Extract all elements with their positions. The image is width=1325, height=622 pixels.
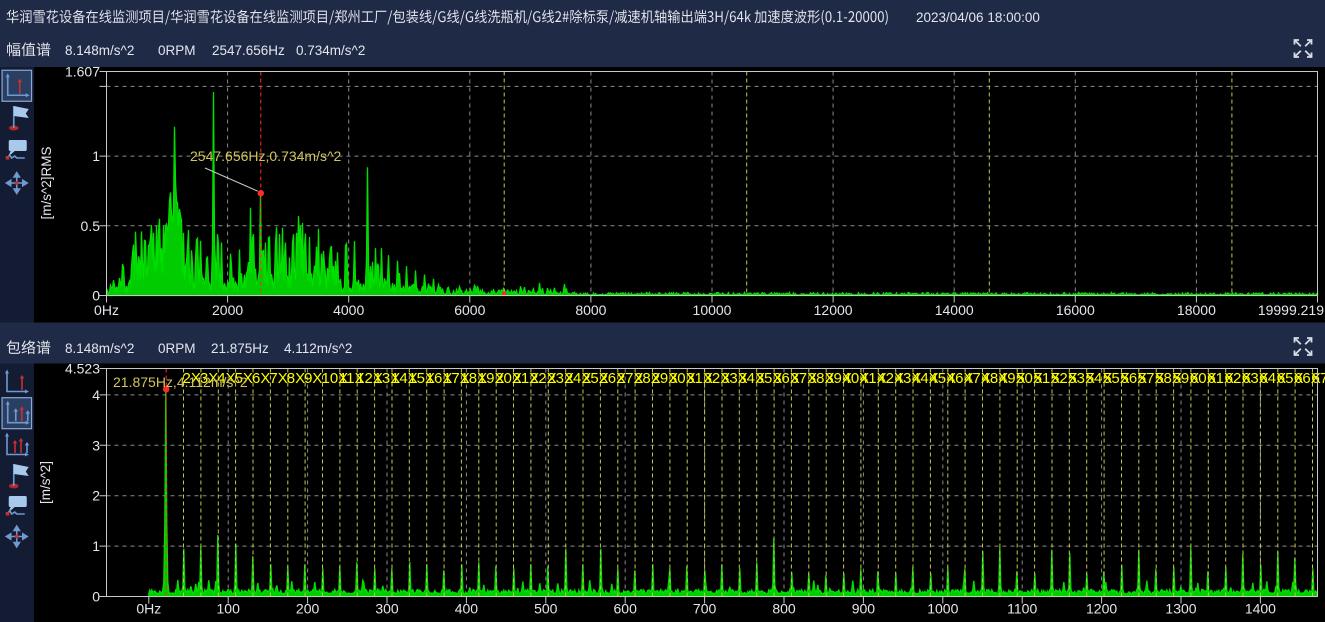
- svg-text:500: 500: [534, 601, 558, 617]
- svg-text:0.734m/s^2: 0.734m/s^2: [296, 43, 365, 58]
- svg-text:1: 1: [92, 538, 100, 554]
- svg-text:8.148m/s^2: 8.148m/s^2: [65, 341, 134, 356]
- svg-text:0Hz: 0Hz: [94, 302, 119, 318]
- svg-text:7X: 7X: [269, 370, 287, 387]
- svg-text:8X: 8X: [287, 370, 305, 387]
- svg-text:1000: 1000: [927, 601, 958, 617]
- svg-text:0RPM: 0RPM: [158, 341, 196, 356]
- svg-text:21.875Hz: 21.875Hz: [211, 341, 269, 356]
- svg-text:2: 2: [92, 488, 100, 504]
- svg-text:1: 1: [92, 148, 100, 164]
- svg-text:0RPM: 0RPM: [158, 43, 196, 58]
- svg-text:6X: 6X: [252, 370, 270, 387]
- svg-text:0Hz: 0Hz: [136, 601, 161, 617]
- svg-text:800: 800: [772, 601, 796, 617]
- svg-text:700: 700: [693, 601, 717, 617]
- svg-text:200: 200: [296, 601, 320, 617]
- svg-text:14000: 14000: [935, 302, 974, 318]
- svg-text:12000: 12000: [814, 302, 853, 318]
- svg-text:0.5: 0.5: [81, 218, 101, 234]
- svg-text:8.148m/s^2: 8.148m/s^2: [65, 43, 134, 58]
- svg-text:[m/s^2]RMS: [m/s^2]RMS: [39, 146, 54, 219]
- svg-text:19999.219: 19999.219: [1258, 302, 1324, 318]
- svg-text:18000: 18000: [1177, 302, 1216, 318]
- svg-text:100: 100: [217, 601, 241, 617]
- svg-text:4.112m/s^2: 4.112m/s^2: [284, 341, 352, 356]
- svg-text:1100: 1100: [1007, 601, 1037, 617]
- svg-text:9X: 9X: [304, 370, 322, 387]
- svg-text:900: 900: [852, 601, 876, 617]
- svg-text:1300: 1300: [1165, 601, 1196, 617]
- svg-text:16000: 16000: [1056, 302, 1095, 318]
- svg-text:2000: 2000: [212, 302, 243, 318]
- svg-text:0: 0: [92, 589, 100, 605]
- svg-text:2547.656Hz: 2547.656Hz: [212, 43, 285, 58]
- svg-text:600: 600: [614, 601, 638, 617]
- svg-text:1200: 1200: [1086, 601, 1117, 617]
- svg-text:2023/04/06 18:00:00: 2023/04/06 18:00:00: [916, 10, 1040, 25]
- svg-text:300: 300: [375, 601, 399, 617]
- svg-text:1.607: 1.607: [65, 64, 100, 80]
- svg-text:4000: 4000: [333, 302, 364, 318]
- svg-text:6000: 6000: [454, 302, 485, 318]
- svg-text:400: 400: [455, 601, 479, 617]
- svg-text:0: 0: [92, 288, 100, 304]
- svg-text:4.523: 4.523: [65, 361, 100, 377]
- svg-text:4: 4: [92, 387, 100, 403]
- svg-text:21.875Hz,4.112m/s^2: 21.875Hz,4.112m/s^2: [113, 374, 248, 390]
- svg-text:67X: 67X: [1312, 370, 1325, 387]
- svg-text:8000: 8000: [575, 302, 606, 318]
- svg-text:[m/s^2]: [m/s^2]: [38, 461, 53, 504]
- svg-text:1400: 1400: [1245, 601, 1276, 617]
- svg-text:10000: 10000: [693, 302, 732, 318]
- svg-text:3: 3: [92, 437, 100, 453]
- svg-text:2547.656Hz,0.734m/s^2: 2547.656Hz,0.734m/s^2: [190, 148, 342, 164]
